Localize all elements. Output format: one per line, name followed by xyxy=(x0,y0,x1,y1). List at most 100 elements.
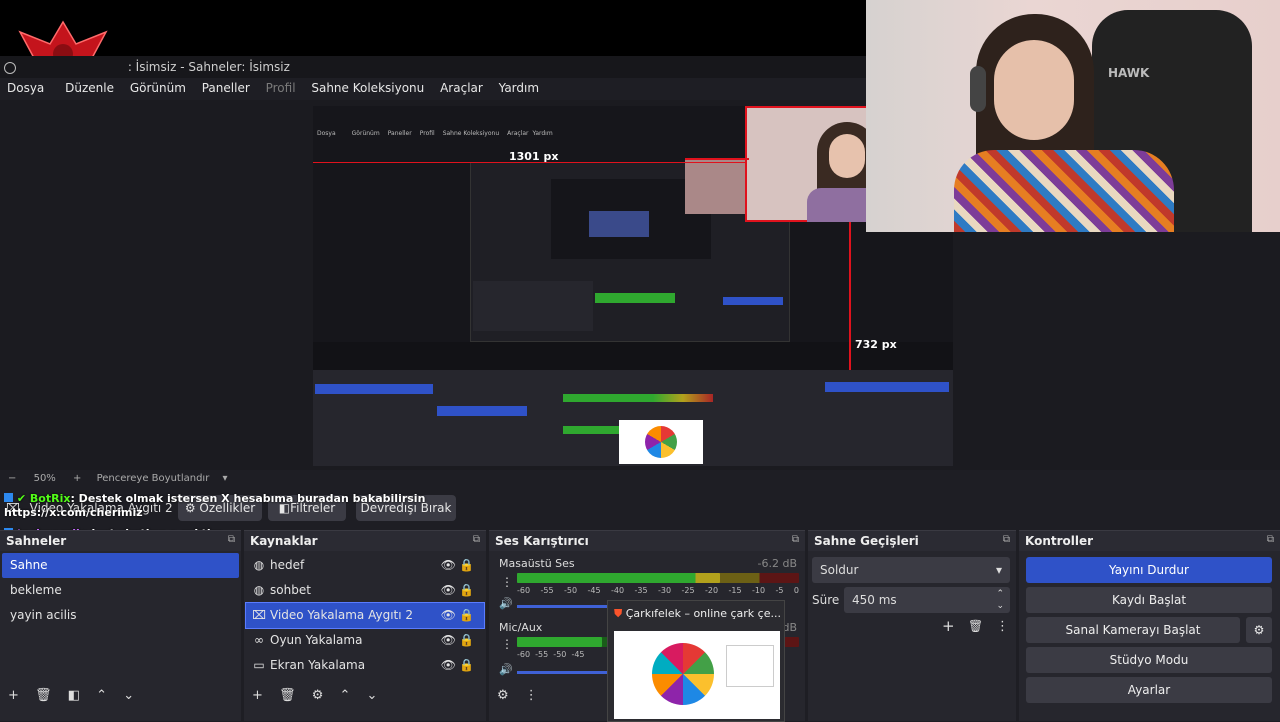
meter-tick: -55 xyxy=(540,586,554,595)
scene-transitions-dock: Sahne Geçişleri ⧉ Soldur ▾ Süre 450 ms ⌃… xyxy=(808,530,1016,721)
add-icon[interactable]: + xyxy=(8,688,19,703)
chat-line-2: https://x.com/cherimiz xyxy=(4,506,143,519)
start-recording-button[interactable]: Kaydı Başlat xyxy=(1026,587,1272,613)
studio-mode-button[interactable]: Stüdyo Modu xyxy=(1026,647,1272,673)
kebab-menu-icon[interactable]: ⋮ xyxy=(525,688,538,703)
eye-icon[interactable]: 👁 xyxy=(441,603,456,628)
menu-gorunum[interactable]: Görünüm xyxy=(130,78,186,98)
settings-button[interactable]: Ayarlar xyxy=(1026,677,1272,703)
menu-paneller[interactable]: Paneller xyxy=(202,78,250,98)
source-item[interactable]: ⌧ Video Yakalama Aygıtı 2 👁 🔒 xyxy=(245,602,485,629)
scene-item[interactable]: yayin acilis xyxy=(2,603,239,628)
width-label: 1301 px xyxy=(509,150,559,163)
duration-label: Süre xyxy=(812,593,840,607)
eye-icon[interactable]: 👁 xyxy=(441,553,456,578)
zoom-out-button[interactable]: − xyxy=(8,473,16,484)
undock-icon[interactable]: ⧉ xyxy=(473,534,480,545)
scenes-toolbar: + 🗑 ◧ ⌃ ⌄ xyxy=(0,684,241,708)
trash-icon[interactable]: 🗑 xyxy=(35,688,52,703)
menu-dosya[interactable]: Dosya xyxy=(7,78,44,98)
kick-icon xyxy=(4,493,13,502)
source-item[interactable]: ◍ sohbet 👁 🔒 xyxy=(246,578,484,603)
verified-icon: ✔ xyxy=(16,492,27,505)
gear-icon[interactable]: ⚙ xyxy=(497,688,509,703)
menu-duzenle[interactable]: Düzenle xyxy=(65,78,114,98)
source-item[interactable]: ◍ hedef 👁 🔒 xyxy=(246,553,484,578)
webcam-overlay: HAWK xyxy=(866,0,1280,232)
arrow-down-icon[interactable]: ⌄ xyxy=(367,688,378,703)
undock-icon[interactable]: ⧉ xyxy=(792,534,799,545)
browser-thumbnail xyxy=(614,631,780,719)
person-face xyxy=(994,40,1074,140)
lock-icon[interactable]: 🔒 xyxy=(459,628,474,653)
lock-icon[interactable]: 🔒 xyxy=(459,653,474,678)
meter-tick: -20 xyxy=(705,586,719,595)
chevron-down-icon[interactable]: ▾ xyxy=(223,473,228,484)
gear-icon[interactable]: ⚙ xyxy=(312,688,324,703)
kebab-menu-icon[interactable]: ⋮ xyxy=(501,637,513,651)
lock-icon[interactable]: 🔒 xyxy=(459,553,474,578)
zoom-in-button[interactable]: + xyxy=(73,473,81,484)
menu-sahne-koleksiyonu[interactable]: Sahne Koleksiyonu xyxy=(311,78,424,98)
trash-icon[interactable]: 🗑 xyxy=(968,619,983,633)
chevron-down-icon: ▾ xyxy=(995,563,1002,577)
transitions-title: Sahne Geçişleri xyxy=(808,531,1016,551)
arrow-up-icon[interactable]: ⌃ xyxy=(340,688,351,703)
undock-icon[interactable]: ⧉ xyxy=(228,534,235,545)
virtual-camera-settings-button[interactable]: ⚙ xyxy=(1246,617,1272,643)
browser-preview-popup[interactable]: ⛊ Çarkıfelek – online çark çe... xyxy=(607,600,785,722)
meter-tick: -30 xyxy=(658,586,672,595)
meter-tick: -25 xyxy=(681,586,695,595)
scene-item[interactable]: Sahne xyxy=(2,553,239,578)
eye-icon[interactable]: 👁 xyxy=(441,628,456,653)
menu-profil[interactable]: Profil xyxy=(266,78,296,98)
stepper-down-icon[interactable]: ⌄ xyxy=(996,593,1004,619)
height-label: 732 px xyxy=(855,338,897,351)
undock-icon[interactable]: ⧉ xyxy=(1267,534,1274,545)
arrow-down-icon[interactable]: ⌄ xyxy=(123,688,134,703)
meter-tick: 0 xyxy=(793,586,799,595)
meter-tick: -60 xyxy=(517,586,531,595)
eye-icon[interactable]: 👁 xyxy=(441,653,456,678)
scene-item[interactable]: bekleme xyxy=(2,578,239,603)
kebab-menu-icon[interactable]: ⋮ xyxy=(996,619,1009,634)
menu-yardim[interactable]: Yardım xyxy=(499,78,539,98)
chat-line-1: ✔ BotRix: Destek olmak istersen X hesabı… xyxy=(4,492,425,505)
controls-dock: Kontroller ⧉ Yayını Durdur Kaydı Başlat … xyxy=(1019,530,1280,721)
camera-icon: ⌧ xyxy=(252,608,266,622)
arrow-up-icon[interactable]: ⌃ xyxy=(96,688,107,703)
sources-dock: Kaynaklar ⧉ ◍ hedef 👁 🔒 ◍ sohbet 👁 🔒 ⌧ V… xyxy=(244,530,486,721)
lock-icon[interactable]: 🔒 xyxy=(459,603,474,628)
meter-tick: -15 xyxy=(728,586,742,595)
eye-icon[interactable]: 👁 xyxy=(441,578,456,603)
filter-icon[interactable]: ◧ xyxy=(68,688,80,703)
person-sweater xyxy=(954,150,1174,232)
add-icon[interactable]: + xyxy=(942,617,955,635)
lock-icon[interactable]: 🔒 xyxy=(459,578,474,603)
scenes-dock: Sahneler ⧉ Sahne bekleme yayin acilis + … xyxy=(0,530,241,721)
trash-icon[interactable]: 🗑 xyxy=(279,688,296,703)
speaker-icon[interactable]: 🔊 xyxy=(499,597,513,610)
brave-icon: ⛊ xyxy=(614,607,623,620)
mixer-toolbar: ⚙ ⋮ xyxy=(489,684,609,708)
headset xyxy=(970,66,986,112)
duration-input[interactable]: 450 ms ⌃ ⌄ xyxy=(844,587,1010,613)
channel-db: -6.2 dB xyxy=(757,557,798,570)
source-item[interactable]: ∞ Oyun Yakalama 👁 🔒 xyxy=(246,628,484,653)
preview-canvas[interactable]: Dosya Görünüm Paneller Profil Sahne Koleksiy… xyxy=(313,106,953,466)
add-icon[interactable]: + xyxy=(252,688,263,703)
start-virtual-camera-button[interactable]: Sanal Kamerayı Başlat xyxy=(1026,617,1240,643)
fit-to-window[interactable]: Pencereye Boyutlandır xyxy=(97,473,210,484)
undock-icon[interactable]: ⧉ xyxy=(1003,534,1010,545)
transition-select[interactable]: Soldur ▾ xyxy=(812,557,1010,583)
menu-araclar[interactable]: Araçlar xyxy=(440,78,483,98)
nested-webcam-thumb xyxy=(685,158,747,214)
stop-streaming-button[interactable]: Yayını Durdur xyxy=(1026,557,1272,583)
volume-slider[interactable] xyxy=(517,671,613,674)
source-item[interactable]: ▭ Ekran Yakalama 👁 🔒 xyxy=(246,653,484,678)
speaker-icon[interactable]: 🔊 xyxy=(499,663,513,676)
scenes-title: Sahneler xyxy=(0,531,241,551)
meter-scale: -60 -55 -50 -45 -40 -35 -30 -25 -20 -15 -10 -5 0 xyxy=(517,586,799,595)
kebab-menu-icon[interactable]: ⋮ xyxy=(501,575,513,589)
volume-slider[interactable] xyxy=(517,605,613,608)
